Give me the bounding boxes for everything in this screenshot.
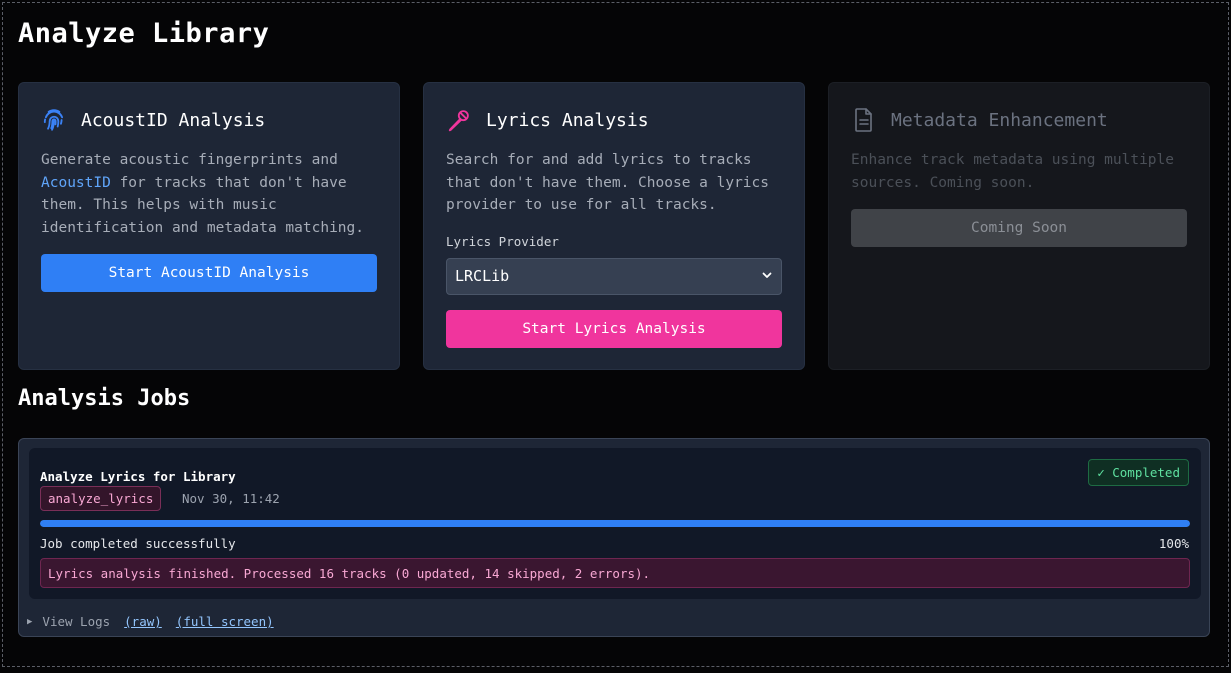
job-title: Analyze Lyrics for Library bbox=[40, 469, 236, 484]
microphone-icon bbox=[446, 107, 472, 133]
job-message: Job completed successfully bbox=[40, 536, 236, 551]
acoustid-card: AcoustID Analysis Generate acoustic fing… bbox=[18, 82, 400, 370]
lyrics-card-description: Search for and add lyrics to tracks that… bbox=[446, 152, 770, 213]
metadata-card-title: Metadata Enhancement bbox=[891, 109, 1108, 131]
lyrics-provider-select[interactable]: LRCLib bbox=[446, 257, 782, 295]
acoustid-card-title: AcoustID Analysis bbox=[81, 109, 266, 131]
chevron-down-icon bbox=[761, 267, 773, 285]
job-card: Analyze Lyrics for Library ✓ Completed a… bbox=[29, 448, 1201, 599]
document-icon bbox=[851, 107, 877, 133]
analysis-jobs-heading: Analysis Jobs bbox=[18, 386, 191, 411]
metadata-card: Metadata Enhancement Enhance track metad… bbox=[828, 82, 1210, 370]
fingerprint-icon bbox=[41, 107, 67, 133]
view-logs-full-screen-link[interactable]: (full screen) bbox=[176, 614, 274, 629]
coming-soon-button: Coming Soon bbox=[851, 209, 1187, 247]
job-timestamp: Nov 30, 11:42 bbox=[182, 491, 280, 506]
acoustid-card-description: Generate acoustic fingerprints and Acous… bbox=[41, 152, 365, 236]
lyrics-provider-value: LRCLib bbox=[455, 267, 510, 285]
metadata-card-header: Metadata Enhancement bbox=[851, 105, 1187, 135]
start-acoustid-analysis-button[interactable]: Start AcoustID Analysis bbox=[41, 254, 377, 292]
view-logs-toggle[interactable]: View Logs bbox=[42, 614, 110, 629]
lyrics-provider-label: Lyrics Provider bbox=[446, 233, 559, 249]
jobs-panel: Analyze Lyrics for Library ✓ Completed a… bbox=[18, 438, 1210, 637]
view-logs-raw-link[interactable]: (raw) bbox=[124, 614, 162, 629]
lyrics-card-header: Lyrics Analysis bbox=[446, 105, 782, 135]
page-title: Analyze Library bbox=[18, 18, 270, 49]
view-logs-row: ▶ View Logs (raw) (full screen) bbox=[27, 614, 274, 629]
lyrics-card-title: Lyrics Analysis bbox=[486, 109, 649, 131]
start-lyrics-analysis-button[interactable]: Start Lyrics Analysis bbox=[446, 309, 782, 348]
acoustid-card-header: AcoustID Analysis bbox=[41, 105, 377, 135]
disclosure-triangle-icon[interactable]: ▶ bbox=[27, 617, 32, 627]
job-percent: 100% bbox=[1158, 536, 1189, 551]
job-type-badge: analyze_lyrics bbox=[40, 486, 162, 511]
job-result-message: Lyrics analysis finished. Processed 16 t… bbox=[40, 558, 1190, 588]
job-progress-bar bbox=[40, 520, 1190, 527]
job-progress-fill bbox=[40, 520, 1190, 527]
status-badge: ✓ Completed bbox=[1088, 459, 1189, 486]
metadata-card-description: Enhance track metadata using multiple so… bbox=[851, 152, 1175, 191]
lyrics-card: Lyrics Analysis Search for and add lyric… bbox=[423, 82, 805, 370]
acoustid-highlight: AcoustID bbox=[41, 174, 111, 191]
